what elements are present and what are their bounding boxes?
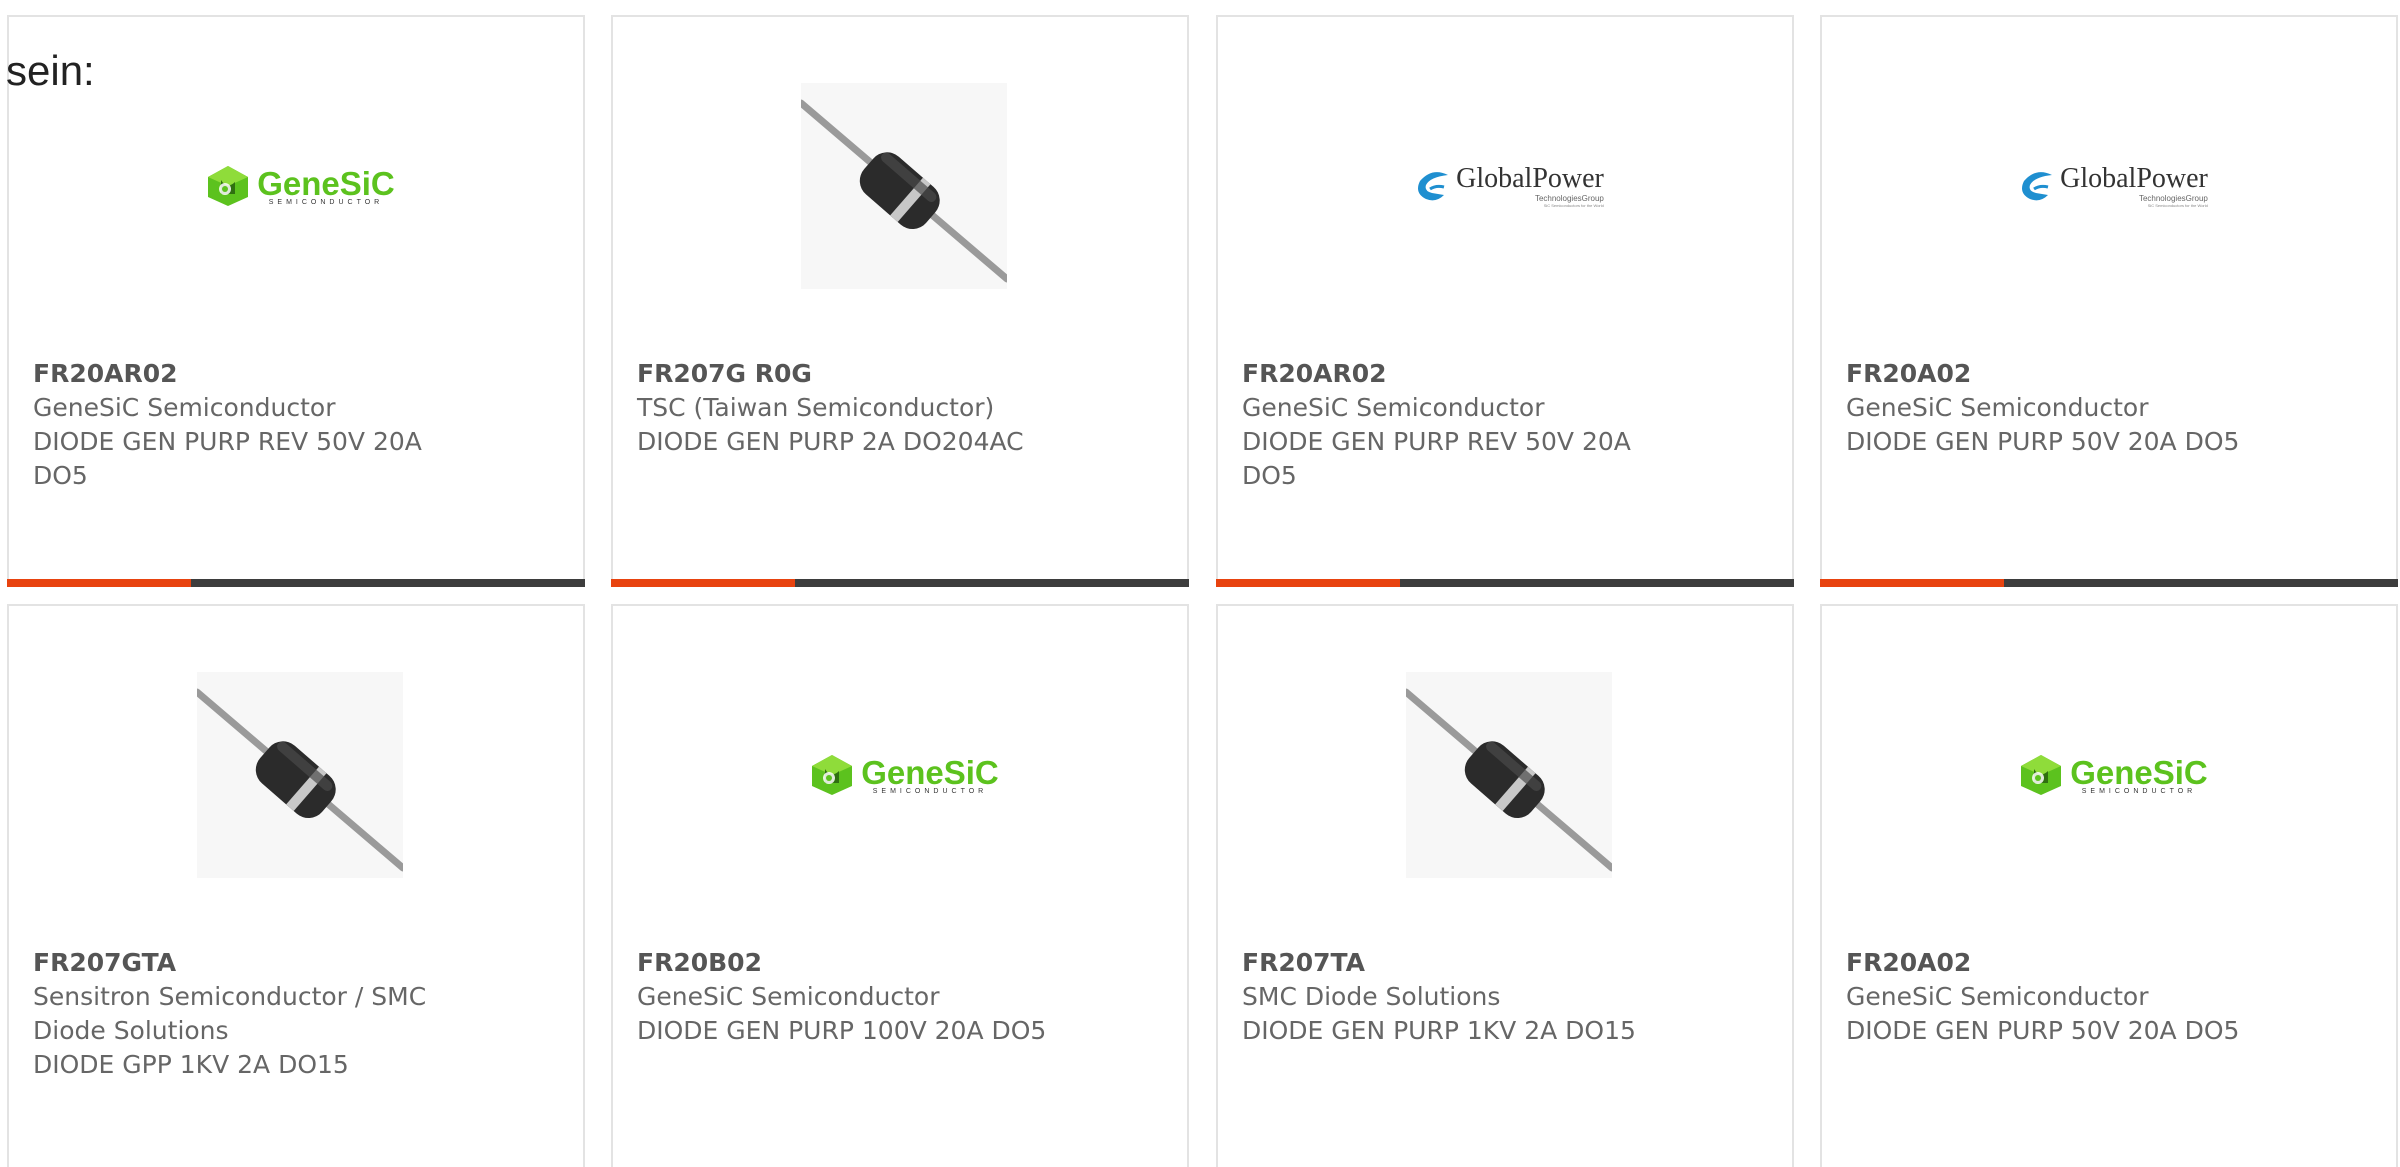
product-card[interactable]: FR207G R0G TSC (Taiwan Semiconductor) DI… (611, 15, 1189, 587)
part-number[interactable]: FR207GTA (33, 946, 473, 980)
logo-wordmark: GlobalPower (2060, 163, 2208, 194)
manufacturer: GeneSiC Semiconductor (637, 982, 940, 1011)
product-description: DIODE GEN PURP 1KV 2A DO15 (1242, 1016, 1636, 1045)
card-accent (7, 579, 191, 587)
product-thumbnail[interactable]: GeneSiC SEMICONDUCTOR (801, 672, 1007, 878)
logo-wordmark: GlobalPower (1456, 163, 1604, 194)
product-thumbnail[interactable]: GlobalPower TechnologiesGroup SiC Semico… (2010, 83, 2216, 289)
logo-subtitle: SEMICONDUCTOR (2081, 787, 2197, 795)
genesic-mark-icon (812, 755, 853, 795)
part-number[interactable]: FR207G R0G (637, 357, 1077, 391)
manufacturer: GeneSiC Semiconductor (1846, 982, 2149, 1011)
product-thumbnail[interactable] (1406, 672, 1612, 878)
manufacturer: GeneSiC Semiconductor (33, 393, 336, 422)
manufacturer: SMC Diode Solutions (1242, 982, 1501, 1011)
logo-wordmark: GeneSiC (861, 753, 999, 791)
logo-tagline: SiC Semiconductors for the World (2147, 203, 2208, 208)
logo-wordmark: GeneSiC (257, 164, 395, 202)
logo-subtitle: SEMICONDUCTOR (268, 198, 384, 206)
product-card[interactable]: GeneSiC SEMICONDUCTOR FR20AR02 GeneSiC S… (7, 15, 585, 587)
product-card[interactable]: GlobalPower TechnologiesGroup SiC Semico… (1820, 15, 2398, 587)
product-card[interactable]: GlobalPower TechnologiesGroup SiC Semico… (1216, 15, 1794, 587)
manufacturer: TSC (Taiwan Semiconductor) (637, 393, 995, 422)
part-number[interactable]: FR20B02 (637, 946, 1077, 980)
globalpower-swoosh-icon (1418, 172, 1449, 201)
card-bottom-bar (1820, 579, 2398, 587)
product-description: DIODE GEN PURP REV 50V 20A DO5 (33, 427, 422, 490)
genesic-mark-icon (2021, 755, 2062, 795)
card-accent (1820, 579, 2004, 587)
part-number[interactable]: FR20A02 (1846, 946, 2286, 980)
part-number[interactable]: FR20AR02 (33, 357, 473, 391)
genesic-logo: GeneSiC SEMICONDUCTOR (809, 753, 999, 797)
product-description: DIODE GEN PURP 50V 20A DO5 (1846, 1016, 2240, 1045)
product-thumbnail[interactable]: GeneSiC SEMICONDUCTOR (197, 83, 403, 289)
part-number[interactable]: FR20AR02 (1242, 357, 1682, 391)
product-thumbnail[interactable] (801, 83, 1007, 289)
logo-subtitle: TechnologiesGroup (1534, 194, 1604, 203)
logo-subtitle: TechnologiesGroup (2138, 194, 2208, 203)
axial-diode-icon (197, 672, 403, 878)
genesic-logo: GeneSiC SEMICONDUCTOR (205, 164, 395, 208)
card-bottom-bar (1216, 579, 1794, 587)
logo-subtitle: SEMICONDUCTOR (872, 787, 988, 795)
manufacturer: Sensitron Semiconductor / SMC Diode Solu… (33, 982, 427, 1045)
intro-text: sein: (6, 47, 95, 94)
manufacturer: GeneSiC Semiconductor (1846, 393, 2149, 422)
product-description: DIODE GPP 1KV 2A DO15 (33, 1050, 349, 1079)
logo-wordmark: GeneSiC (2070, 753, 2208, 791)
product-card[interactable]: FR207GTA Sensitron Semiconductor / SMC D… (7, 604, 585, 1167)
product-thumbnail[interactable]: GeneSiC SEMICONDUCTOR (2010, 672, 2216, 878)
logo-tagline: SiC Semiconductors for the World (1543, 203, 1604, 208)
genesic-mark-icon (208, 166, 249, 206)
globalpower-logo: GlobalPower TechnologiesGroup SiC Semico… (2018, 164, 2208, 208)
part-number[interactable]: FR207TA (1242, 946, 1682, 980)
product-description: DIODE GEN PURP 2A DO204AC (637, 427, 1024, 456)
card-bottom-bar (611, 579, 1189, 587)
product-thumbnail[interactable] (197, 672, 403, 878)
product-description: DIODE GEN PURP 100V 20A DO5 (637, 1016, 1047, 1045)
globalpower-logo: GlobalPower TechnologiesGroup SiC Semico… (1414, 164, 1604, 208)
card-accent (611, 579, 795, 587)
card-accent (1216, 579, 1400, 587)
genesic-logo: GeneSiC SEMICONDUCTOR (2018, 753, 2208, 797)
card-bottom-bar (7, 579, 585, 587)
axial-diode-icon (801, 83, 1007, 289)
part-number[interactable]: FR20A02 (1846, 357, 2286, 391)
product-thumbnail[interactable]: GlobalPower TechnologiesGroup SiC Semico… (1406, 83, 1612, 289)
axial-diode-icon (1406, 672, 1612, 878)
product-description: DIODE GEN PURP REV 50V 20A DO5 (1242, 427, 1631, 490)
globalpower-swoosh-icon (2022, 172, 2053, 201)
manufacturer: GeneSiC Semiconductor (1242, 393, 1545, 422)
product-card[interactable]: GeneSiC SEMICONDUCTOR FR20B02 GeneSiC Se… (611, 604, 1189, 1167)
product-description: DIODE GEN PURP 50V 20A DO5 (1846, 427, 2240, 456)
product-card[interactable]: FR207TA SMC Diode Solutions DIODE GEN PU… (1216, 604, 1794, 1167)
product-card[interactable]: GeneSiC SEMICONDUCTOR FR20A02 GeneSiC Se… (1820, 604, 2398, 1167)
